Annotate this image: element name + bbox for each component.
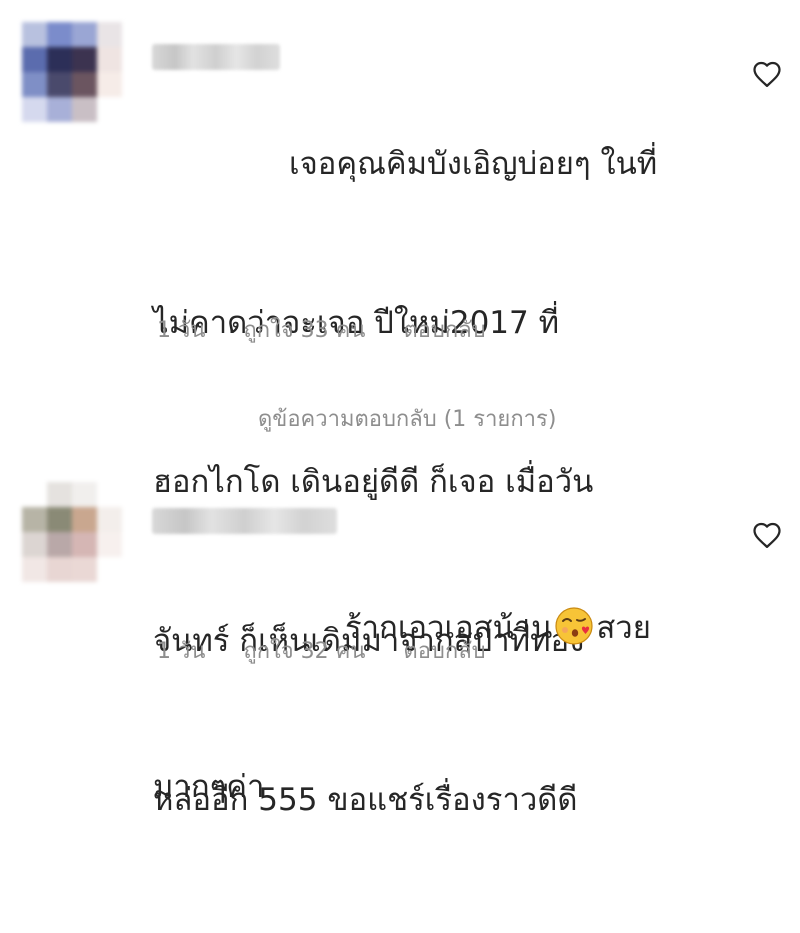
comment-text: ร้ากเอวเอสน้าน สวย มากๆค่า	[153, 496, 651, 920]
view-replies-link[interactable]: ดูข้อความตอบกลับ (1 รายการ)	[258, 401, 556, 436]
heart-outline-icon[interactable]	[752, 521, 782, 549]
comment-meta: 1 วัน ถูกใจ 32 คน ตอบกลับ	[157, 633, 486, 668]
comment-time[interactable]: 1 วัน	[157, 312, 205, 347]
comment-time[interactable]: 1 วัน	[157, 633, 205, 668]
comment-meta: 1 วัน ถูกใจ 33 คน ตอบกลับ	[157, 312, 486, 347]
reply-button[interactable]: ตอบกลับ	[403, 312, 485, 347]
comment-text-line: มากๆค่า	[153, 769, 265, 805]
comment-1: เจอคุณคิมบังเอิญบ่อยๆ ในที่ ไม่คาดว่าจะเ…	[0, 0, 800, 818]
comment-2: ร้ากเอวเอสน้าน สวย มากๆค่า 1 วัน ถูกใจ 3…	[0, 440, 800, 805]
comment-likes[interactable]: ถูกใจ 33 คน	[243, 312, 365, 347]
heart-outline-icon[interactable]	[752, 60, 782, 88]
avatar[interactable]	[22, 22, 122, 122]
comment-text-line: เจอคุณคิมบังเอิญบ่อยๆ ในที่	[289, 146, 658, 182]
avatar[interactable]	[22, 482, 122, 582]
reply-button[interactable]: ตอบกลับ	[403, 633, 485, 668]
comment-text-part: สวย	[596, 610, 651, 646]
face-blowing-kiss-emoji	[555, 607, 593, 645]
comment-likes[interactable]: ถูกใจ 32 คน	[243, 633, 365, 668]
